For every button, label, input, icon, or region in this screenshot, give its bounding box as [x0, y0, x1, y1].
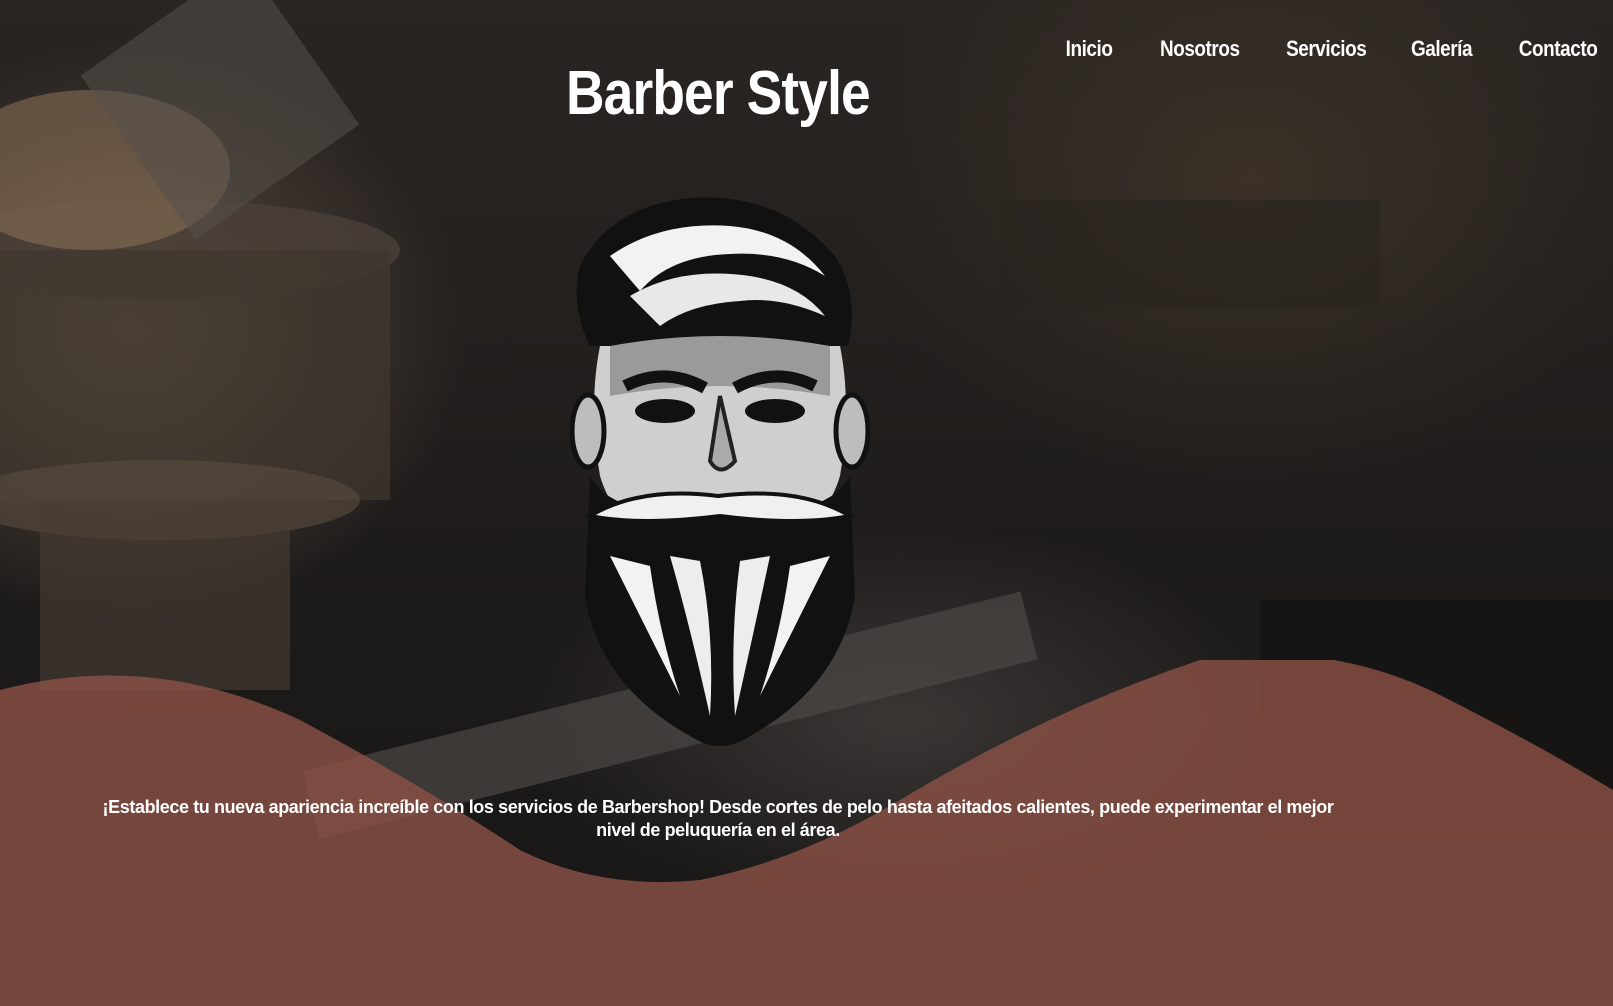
nav-link-contacto[interactable]: Contacto: [1518, 36, 1597, 62]
hero-tagline: ¡Establece tu nueva apariencia increíble…: [102, 797, 1334, 840]
hero-section: Inicio Nosotros Servicios Galería Contac…: [0, 0, 1613, 1006]
nav-link-inicio[interactable]: Inicio: [1066, 36, 1113, 62]
nav-link-galeria[interactable]: Galería: [1411, 36, 1473, 62]
site-title: Barber Style: [566, 59, 871, 128]
nav-link-nosotros[interactable]: Nosotros: [1160, 36, 1240, 62]
nav-link-servicios[interactable]: Servicios: [1286, 36, 1367, 62]
main-nav: Inicio Nosotros Servicios Galería Contac…: [1058, 36, 1598, 62]
